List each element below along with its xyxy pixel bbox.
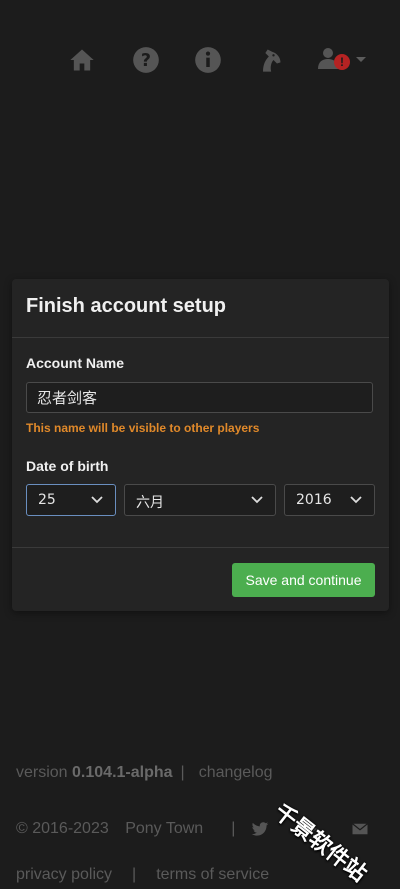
horse-icon[interactable] <box>256 46 284 74</box>
copyright-line: © 2016-2023 Pony Town | <box>16 820 249 838</box>
month-select[interactable]: 六月 <box>124 484 276 516</box>
chevron-down-icon <box>251 496 263 504</box>
date-of-birth-label: Date of birth <box>26 458 109 474</box>
watermark: 千景软件站 <box>268 799 371 888</box>
terms-of-service-link[interactable]: terms of service <box>156 866 269 883</box>
save-and-continue-button[interactable]: Save and continue <box>232 563 375 597</box>
modal-header: Finish account setup <box>12 279 389 338</box>
changelog-link[interactable]: changelog <box>199 764 273 781</box>
top-navigation: ? ! <box>60 40 380 80</box>
email-icon[interactable] <box>351 820 369 838</box>
chevron-down-icon <box>350 496 362 504</box>
version-line: version 0.104.1-alpha | changelog <box>16 764 273 782</box>
account-setup-modal: Finish account setup Account Name This n… <box>12 279 389 611</box>
version-number: 0.104.1-alpha <box>72 764 173 781</box>
legal-line: privacy policy | terms of service <box>16 866 269 884</box>
chevron-down-icon <box>356 57 366 62</box>
info-icon[interactable] <box>194 46 222 74</box>
modal-footer: Save and continue <box>12 547 389 612</box>
user-menu[interactable]: ! <box>316 46 372 74</box>
day-value: 25 <box>38 492 56 508</box>
home-icon[interactable] <box>68 46 96 74</box>
help-icon[interactable]: ? <box>132 46 160 74</box>
separator: | <box>231 820 236 837</box>
month-value: 六月 <box>136 495 164 511</box>
name-visibility-hint: This name will be visible to other playe… <box>26 421 260 435</box>
modal-title: Finish account setup <box>26 295 227 317</box>
privacy-policy-link[interactable]: privacy policy <box>16 866 112 883</box>
chevron-down-icon <box>91 496 103 504</box>
pony-town-link[interactable]: Pony Town <box>125 820 203 837</box>
svg-text:?: ? <box>141 51 151 71</box>
day-select[interactable]: 25 <box>26 484 116 516</box>
year-value: 2016 <box>296 492 332 508</box>
account-name-input[interactable] <box>26 382 373 413</box>
alert-badge: ! <box>334 54 350 70</box>
account-name-label: Account Name <box>26 355 125 371</box>
separator: | <box>132 866 137 883</box>
copyright-text: © 2016-2023 <box>16 820 109 837</box>
year-select[interactable]: 2016 <box>284 484 375 516</box>
separator: | <box>180 764 185 781</box>
version-prefix: version <box>16 764 68 781</box>
twitter-icon[interactable] <box>251 820 269 838</box>
